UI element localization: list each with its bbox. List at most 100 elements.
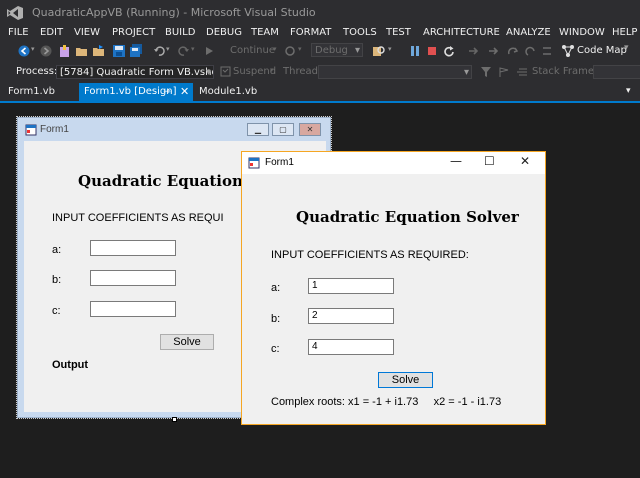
tab-module1-vb[interactable]: Module1.vb xyxy=(194,83,262,101)
running-textbox-b[interactable]: 2 xyxy=(308,308,394,324)
menu-analyze[interactable]: ANALYZE xyxy=(506,27,551,38)
forward-icon[interactable] xyxy=(40,45,52,57)
standard-toolbar: ▾ ▾ ▾ Continue ▾ ▾ Debug ▾ ▾ Code Map ▾ xyxy=(0,41,640,61)
menu-help[interactable]: HELP xyxy=(612,27,637,38)
save-all-icon[interactable] xyxy=(129,44,143,58)
close-icon[interactable]: ✕ xyxy=(520,154,530,168)
running-label-c: c: xyxy=(271,343,280,355)
filter-icon[interactable] xyxy=(480,66,492,78)
chevron-down-icon: ▾ xyxy=(354,45,360,56)
design-textbox-c[interactable] xyxy=(90,301,176,317)
menu-debug[interactable]: DEBUG xyxy=(206,27,242,38)
running-textbox-a[interactable]: 1 xyxy=(308,278,394,294)
running-textbox-c[interactable]: 4 xyxy=(308,339,394,355)
step-out-icon[interactable] xyxy=(524,45,536,57)
visual-studio-logo-icon xyxy=(7,6,23,20)
debug-location-toolbar: Process: [5784] Quadratic Form VB.vshost… xyxy=(0,61,640,83)
form-app-icon xyxy=(248,157,260,169)
tab-label: Form1.vb xyxy=(8,86,55,97)
new-project-icon[interactable] xyxy=(58,44,72,58)
design-solve-button[interactable]: Solve xyxy=(160,334,214,350)
document-tab-strip: Form1.vb Form1.vb [Design] ⇾ ✕ Module1.v… xyxy=(0,83,640,102)
minimize-icon[interactable]: — xyxy=(450,154,462,168)
design-label-a: a: xyxy=(52,244,62,256)
undo-icon[interactable] xyxy=(153,45,165,57)
design-textbox-b[interactable] xyxy=(90,270,176,286)
tab-label: Module1.vb xyxy=(199,86,258,97)
continue-button[interactable]: Continue xyxy=(230,45,275,56)
step-into-icon[interactable] xyxy=(487,45,499,57)
resize-handle[interactable] xyxy=(172,417,177,422)
show-threads-icon[interactable] xyxy=(516,66,528,78)
process-value: [5784] Quadratic Form VB.vshost.e xyxy=(60,67,213,78)
tab-form1-vb-design[interactable]: Form1.vb [Design] ⇾ ✕ xyxy=(79,83,193,101)
menu-view[interactable]: VIEW xyxy=(74,27,100,38)
redo-icon[interactable] xyxy=(178,45,190,57)
pin-icon[interactable]: ⇾ xyxy=(163,83,171,101)
menu-team[interactable]: TEAM xyxy=(251,27,279,38)
code-map-icon[interactable] xyxy=(561,44,575,58)
tab-form1-vb[interactable]: Form1.vb xyxy=(3,83,60,101)
menu-bar: FILE EDIT VIEW PROJECT BUILD DEBUG TEAM … xyxy=(0,24,640,42)
attach-icon[interactable] xyxy=(284,45,296,57)
menu-tools[interactable]: TOOLS xyxy=(343,27,377,38)
hex-display-icon[interactable] xyxy=(541,45,553,57)
menu-test[interactable]: TEST xyxy=(386,27,411,38)
lifecycle-events-icon[interactable] xyxy=(220,66,231,77)
process-dropdown[interactable]: [5784] Quadratic Form VB.vshost.e▾ xyxy=(56,65,214,79)
menu-format[interactable]: FORMAT xyxy=(290,27,331,38)
design-output-label: Output xyxy=(52,359,89,371)
maximize-icon: ▢ xyxy=(272,123,294,136)
stack-frame-dropdown[interactable] xyxy=(593,65,640,79)
find-in-files-icon[interactable] xyxy=(372,44,386,58)
design-label-b: b: xyxy=(52,274,62,286)
open-file-icon[interactable] xyxy=(92,44,106,58)
running-label-b: b: xyxy=(271,313,281,325)
show-next-statement-icon[interactable] xyxy=(467,45,479,57)
design-form-heading: Quadratic Equation S xyxy=(78,172,259,190)
menu-edit[interactable]: EDIT xyxy=(40,27,63,38)
solution-configuration-value: Debug xyxy=(315,45,348,56)
flag-thread-icon[interactable] xyxy=(498,66,510,78)
menu-window[interactable]: WINDOW xyxy=(559,27,605,38)
save-icon[interactable] xyxy=(112,44,126,58)
design-textbox-a[interactable] xyxy=(90,240,176,256)
thread-label: Thread: xyxy=(283,66,322,77)
menu-architecture[interactable]: ARCHITECTURE xyxy=(423,27,500,38)
back-icon[interactable] xyxy=(18,45,30,57)
running-label-a: a: xyxy=(271,282,281,294)
toolbar-overflow-icon[interactable]: ▾ xyxy=(624,43,629,53)
design-form-title: Form1 xyxy=(40,124,69,135)
form-app-icon xyxy=(25,124,37,136)
running-form-title: Form1 xyxy=(265,157,294,168)
stack-frame-label: Stack Frame: xyxy=(532,66,598,77)
minimize-icon: ▁ xyxy=(247,123,269,136)
design-form-instruction: INPUT COEFFICIENTS AS REQUI xyxy=(52,212,224,224)
menu-project[interactable]: PROJECT xyxy=(112,27,155,38)
open-icon[interactable] xyxy=(75,44,89,58)
thread-dropdown[interactable]: ▾ xyxy=(318,65,472,79)
chevron-down-icon: ▾ xyxy=(205,67,211,78)
menu-build[interactable]: BUILD xyxy=(165,27,195,38)
chevron-down-icon: ▾ xyxy=(463,67,469,78)
running-solve-button[interactable]: Solve xyxy=(378,372,433,388)
running-form-heading: Quadratic Equation Solver xyxy=(296,208,519,226)
continue-icon[interactable] xyxy=(204,46,214,56)
running-form-instruction: INPUT COEFFICIENTS AS REQUIRED: xyxy=(271,249,469,261)
solution-configuration-dropdown[interactable]: Debug ▾ xyxy=(311,43,363,57)
stop-icon[interactable] xyxy=(426,45,438,57)
running-result-text: Complex roots: x1 = -1 + i1.73 x2 = -1 -… xyxy=(271,396,502,408)
restart-icon[interactable] xyxy=(443,45,455,57)
step-over-icon[interactable] xyxy=(507,45,519,57)
window-title: QuadraticAppVB (Running) - Microsoft Vis… xyxy=(32,6,316,19)
design-label-c: c: xyxy=(52,305,61,317)
close-icon[interactable]: ✕ xyxy=(180,83,189,101)
break-all-icon[interactable] xyxy=(409,45,421,57)
title-bar: QuadraticAppVB (Running) - Microsoft Vis… xyxy=(0,0,640,26)
process-label: Process: xyxy=(16,66,58,77)
maximize-icon[interactable]: ☐ xyxy=(484,154,495,168)
close-icon: ✕ xyxy=(299,123,321,136)
menu-file[interactable]: FILE xyxy=(8,27,29,38)
code-map-button[interactable]: Code Map xyxy=(577,45,627,56)
tab-overflow-icon[interactable]: ▾ xyxy=(626,86,631,96)
